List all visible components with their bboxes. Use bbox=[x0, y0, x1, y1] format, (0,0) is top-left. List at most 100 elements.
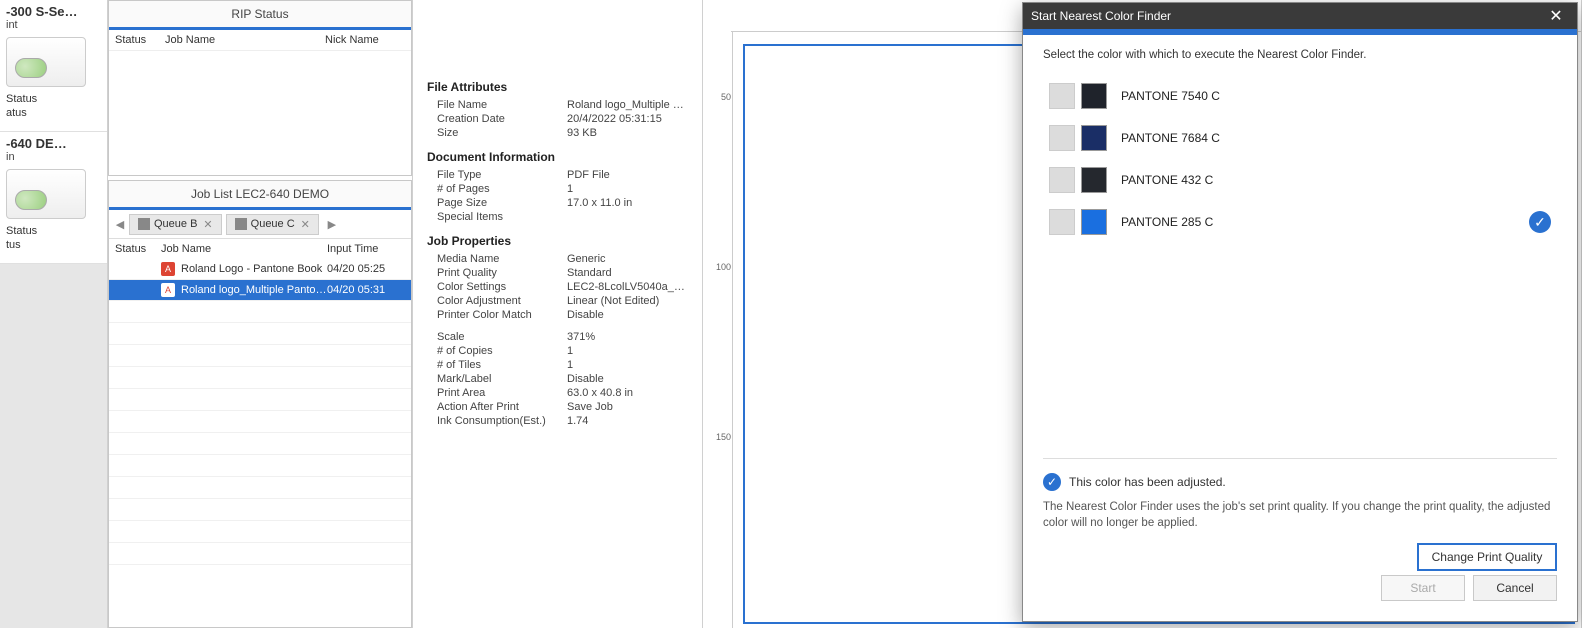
k: Special Items bbox=[437, 211, 567, 223]
jh-time: Input Time bbox=[327, 243, 405, 255]
v: Generic bbox=[567, 253, 688, 265]
v: 20/4/2022 05:31:15 bbox=[567, 113, 688, 125]
properties-panel: File Attributes File NameRoland logo_Mul… bbox=[413, 0, 703, 628]
queue-icon bbox=[138, 218, 150, 230]
printer-status: Status bbox=[6, 225, 101, 237]
k: Page Size bbox=[437, 197, 567, 209]
k: # of Tiles bbox=[437, 359, 567, 371]
dialog-prompt: Select the color with which to execute t… bbox=[1043, 49, 1557, 61]
color-name: PANTONE 285 C bbox=[1121, 215, 1529, 229]
k: Color Adjustment bbox=[437, 295, 567, 307]
queue-tab-b[interactable]: Queue B ✕ bbox=[129, 214, 222, 235]
v: 1.74 bbox=[567, 415, 688, 427]
k: File Name bbox=[437, 99, 567, 111]
job-time: 04/20 05:25 bbox=[327, 263, 405, 275]
job-time: 04/20 05:31 bbox=[327, 284, 405, 296]
info-note: The Nearest Color Finder uses the job's … bbox=[1043, 499, 1557, 531]
job-row[interactable]: A Roland Logo - Pantone Book 04/20 05:25 bbox=[109, 259, 411, 280]
printer-list-filler bbox=[0, 264, 107, 628]
jobs-column: RIP Status Status Job Name Nick Name Job… bbox=[108, 0, 413, 628]
printer-card[interactable]: -640 DE… in Status tus bbox=[0, 132, 107, 264]
th-job: Job Name bbox=[165, 34, 325, 46]
queue-tab-c[interactable]: Queue C ✕ bbox=[226, 214, 319, 235]
change-print-quality-button[interactable]: Change Print Quality bbox=[1417, 543, 1557, 571]
printer-icon bbox=[6, 37, 86, 87]
pdf-icon: A bbox=[161, 283, 175, 297]
jh-status: Status bbox=[115, 243, 161, 255]
nearest-color-finder-dialog: Start Nearest Color Finder ✕ Select the … bbox=[1022, 2, 1578, 622]
v: 1 bbox=[567, 359, 688, 371]
job-name: Roland Logo - Pantone Book bbox=[181, 263, 327, 275]
k: Color Settings bbox=[437, 281, 567, 293]
cancel-button[interactable]: Cancel bbox=[1473, 575, 1557, 601]
joblist-head: Status Job Name Input Time bbox=[109, 239, 411, 259]
color-name: PANTONE 7684 C bbox=[1121, 131, 1551, 145]
swatch-target bbox=[1081, 167, 1107, 193]
printer-list: -300 S-Se… int Status atus -640 DE… in S… bbox=[0, 0, 108, 628]
k: # of Copies bbox=[437, 345, 567, 357]
printer-title: -640 DE… bbox=[6, 136, 101, 151]
k: Mark/Label bbox=[437, 373, 567, 385]
k: Action After Print bbox=[437, 401, 567, 413]
close-icon[interactable]: ✕ bbox=[1543, 6, 1569, 26]
v: Disable bbox=[567, 373, 688, 385]
swatch-original bbox=[1049, 83, 1075, 109]
color-row[interactable]: PANTONE 7684 C bbox=[1043, 117, 1557, 159]
k: Print Area bbox=[437, 387, 567, 399]
color-row[interactable]: PANTONE 285 C ✓ bbox=[1043, 201, 1557, 243]
color-row[interactable]: PANTONE 432 C bbox=[1043, 159, 1557, 201]
v: Save Job bbox=[567, 401, 688, 413]
ruler-tick: 100 bbox=[709, 262, 731, 272]
jh-job: Job Name bbox=[161, 243, 327, 255]
k: Ink Consumption(Est.) bbox=[437, 415, 567, 427]
printer-status2: tus bbox=[6, 239, 101, 251]
printer-title: -300 S-Se… bbox=[6, 4, 101, 19]
pdf-icon: A bbox=[161, 262, 175, 276]
k: File Type bbox=[437, 169, 567, 181]
rip-status-title: RIP Status bbox=[109, 1, 411, 30]
color-list: PANTONE 7540 C PANTONE 7684 C PANTONE 43… bbox=[1043, 75, 1557, 243]
swatch-original bbox=[1049, 125, 1075, 151]
rip-body bbox=[109, 51, 411, 166]
queue-close-icon[interactable]: ✕ bbox=[203, 218, 212, 231]
swatch-target bbox=[1081, 83, 1107, 109]
v bbox=[567, 211, 688, 223]
ruler-vertical: 50 100 150 bbox=[719, 32, 733, 628]
th-nick: Nick Name bbox=[325, 34, 405, 46]
k: Media Name bbox=[437, 253, 567, 265]
job-row[interactable]: A Roland logo_Multiple Panton… 04/20 05:… bbox=[109, 280, 411, 301]
printer-status: Status bbox=[6, 93, 101, 105]
k: Scale bbox=[437, 331, 567, 343]
v: 17.0 x 11.0 in bbox=[567, 197, 688, 209]
queue-close-icon[interactable]: ✕ bbox=[301, 218, 310, 231]
queue-prev-icon[interactable]: ◀ bbox=[111, 213, 129, 235]
k: Size bbox=[437, 127, 567, 139]
queue-next-icon[interactable]: ▶ bbox=[323, 213, 341, 235]
dialog-titlebar[interactable]: Start Nearest Color Finder ✕ bbox=[1023, 3, 1577, 29]
swatch-original bbox=[1049, 167, 1075, 193]
v: LEC2-8LcolLV5040a_GenerL… bbox=[567, 281, 688, 293]
k: Print Quality bbox=[437, 267, 567, 279]
printer-sub: in bbox=[6, 151, 101, 163]
ruler-tick: 150 bbox=[709, 432, 731, 442]
dialog-title: Start Nearest Color Finder bbox=[1031, 9, 1171, 23]
rip-table-head: Status Job Name Nick Name bbox=[109, 30, 411, 51]
v: Linear (Not Edited) bbox=[567, 295, 688, 307]
k: Printer Color Match bbox=[437, 309, 567, 321]
swatch-target bbox=[1081, 209, 1107, 235]
start-button[interactable]: Start bbox=[1381, 575, 1465, 601]
v: 1 bbox=[567, 345, 688, 357]
color-name: PANTONE 7540 C bbox=[1121, 89, 1551, 103]
queue-tab-label: Queue C bbox=[251, 218, 295, 230]
ruler-tick: 50 bbox=[709, 92, 731, 102]
v: 371% bbox=[567, 331, 688, 343]
swatch-original bbox=[1049, 209, 1075, 235]
printer-card[interactable]: -300 S-Se… int Status atus bbox=[0, 0, 107, 132]
queue-icon bbox=[235, 218, 247, 230]
adjusted-msg: This color has been adjusted. bbox=[1069, 475, 1226, 489]
v: Standard bbox=[567, 267, 688, 279]
section-job-props: Job Properties bbox=[427, 234, 688, 248]
section-file-attributes: File Attributes bbox=[427, 80, 688, 94]
color-name: PANTONE 432 C bbox=[1121, 173, 1551, 187]
color-row[interactable]: PANTONE 7540 C bbox=[1043, 75, 1557, 117]
